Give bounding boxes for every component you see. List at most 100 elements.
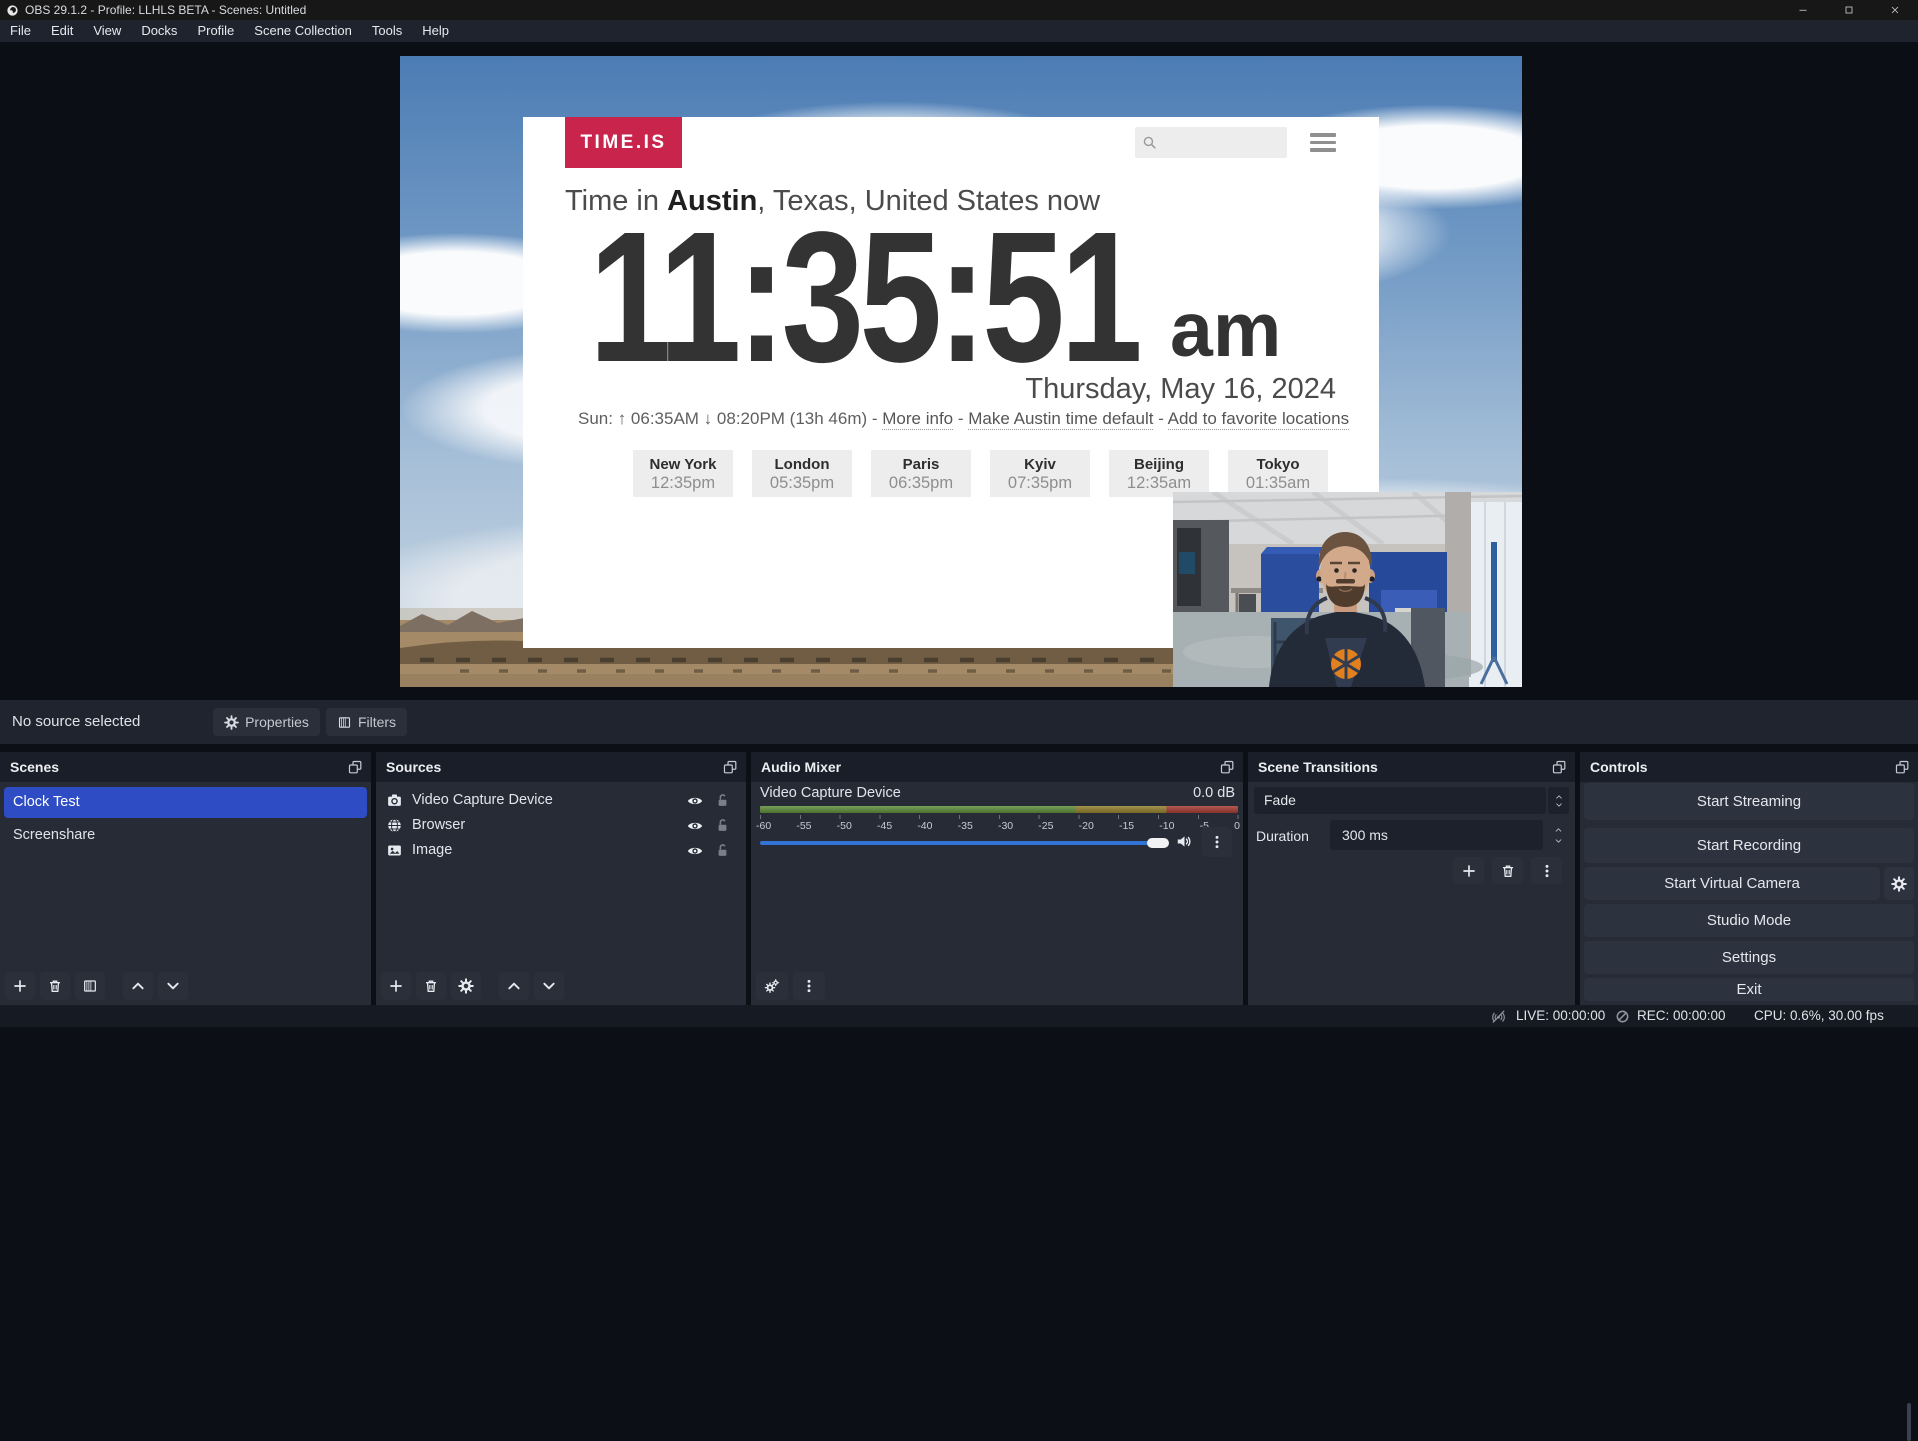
virtual-camera-settings-button[interactable] [1884,867,1914,900]
filter-icon [337,715,352,730]
trash-icon [47,978,63,994]
remove-transition-button[interactable] [1492,857,1523,884]
add-scene-button[interactable] [5,972,35,1000]
add-source-button[interactable] [381,972,411,1000]
move-scene-down-button[interactable] [158,972,188,1000]
mixer-toolbar [756,972,825,1000]
move-source-down-button[interactable] [534,972,564,1000]
start-recording-button[interactable]: Start Recording [1584,828,1914,863]
scenes-title: Scenes [10,752,59,782]
chevron-up-icon [1554,793,1564,801]
transition-select-chevrons[interactable] [1548,787,1569,814]
webcam-overlay [1173,492,1522,687]
popout-icon[interactable] [1215,755,1239,779]
obs-window: OBS 29.1.2 - Profile: LLHLS BETA - Scene… [0,0,1918,1027]
scene-item-screenshare[interactable]: Screenshare [4,822,367,849]
filters-button[interactable]: Filters [326,708,407,736]
rec-timer: REC: 00:00:00 [1637,1005,1726,1027]
window-title: OBS 29.1.2 - Profile: LLHLS BETA - Scene… [25,3,306,17]
menu-view[interactable]: View [83,20,131,42]
add-transition-button[interactable] [1453,857,1484,884]
maximize-button[interactable] [1826,0,1872,20]
duration-label: Duration [1256,824,1309,848]
chevron-down-icon [1554,801,1564,809]
menu-scene-collection[interactable]: Scene Collection [244,20,362,42]
transition-select[interactable]: Fade [1254,787,1546,814]
source-row-video-capture[interactable]: Video Capture Device [376,788,746,813]
gears-icon [764,978,780,994]
chevron-down-icon [541,978,557,994]
timeis-search-box [1135,127,1287,158]
live-disabled-icon [1490,1008,1507,1025]
visibility-eye-icon[interactable] [686,792,704,810]
visibility-eye-icon[interactable] [686,842,704,860]
duration-input[interactable]: 300 ms [1330,820,1543,850]
popout-icon[interactable] [1890,755,1914,779]
transition-properties-button[interactable] [1531,857,1562,884]
scenes-dock-header: Scenes [0,752,371,782]
start-streaming-button[interactable]: Start Streaming [1584,783,1914,820]
remove-scene-button[interactable] [40,972,70,1000]
transitions-dock-header: Scene Transitions [1248,752,1575,782]
chevron-down-icon [165,978,181,994]
search-icon [1141,134,1158,151]
lock-icon[interactable] [714,842,731,859]
visibility-eye-icon[interactable] [686,817,704,835]
exit-button[interactable]: Exit [1584,978,1914,1001]
settings-button[interactable]: Settings [1584,941,1914,974]
transitions-title: Scene Transitions [1258,752,1378,782]
make-default-link: Make Austin time default [968,409,1153,430]
plus-icon [12,978,28,994]
popout-icon[interactable] [343,755,367,779]
menu-file[interactable]: File [0,20,41,42]
menu-profile[interactable]: Profile [187,20,244,42]
dots-vertical-icon [801,978,817,994]
move-scene-up-button[interactable] [123,972,153,1000]
studio-mode-button[interactable]: Studio Mode [1584,904,1914,937]
lock-icon[interactable] [714,817,731,834]
dots-vertical-icon [1539,863,1555,879]
popout-icon[interactable] [718,755,742,779]
menu-docks[interactable]: Docks [131,20,187,42]
trash-icon [423,978,439,994]
close-button[interactable] [1872,0,1918,20]
source-row-image[interactable]: Image [376,838,746,863]
controls-dock: Controls Start Streaming Start Recording… [1580,752,1918,1005]
volume-slider-handle[interactable] [1147,838,1169,848]
remove-source-button[interactable] [416,972,446,1000]
meter-scale: -60-55-50-45-40-35-30-25-20-15-10-50 [756,820,1240,832]
volume-slider-track[interactable] [760,841,1150,845]
advanced-audio-button[interactable] [756,972,788,1000]
mixer-channel-menu-button[interactable] [1202,827,1232,857]
timeis-logo: TIME.IS [565,117,682,168]
properties-button[interactable]: Properties [213,708,320,736]
scene-filters-button[interactable] [75,972,105,1000]
toolbar-resize-handle[interactable] [1907,1403,1911,1441]
duration-spinner-chevrons[interactable] [1548,820,1568,850]
preview-canvas[interactable]: TIME.IS Time in Austin, Texas, United St… [0,42,1918,700]
city-tile-paris: Paris06:35pm [871,450,971,497]
camera-icon [386,792,403,809]
minimize-button[interactable] [1780,0,1826,20]
source-row-browser[interactable]: Browser [376,813,746,838]
sources-dock: Sources Video Capture Device Browser Ima… [376,752,746,1005]
no-source-status: No source selected [12,700,140,744]
start-virtual-camera-button[interactable]: Start Virtual Camera [1584,867,1880,900]
controls-dock-header: Controls [1580,752,1918,782]
mixer-menu-button[interactable] [793,972,825,1000]
minimize-icon [1797,4,1809,16]
gear-icon [224,715,239,730]
speaker-icon[interactable] [1175,832,1194,851]
lock-icon[interactable] [714,792,731,809]
menu-tools[interactable]: Tools [362,20,412,42]
city-tile-beijing: Beijing12:35am [1109,450,1209,497]
scenes-dock: Scenes Clock Test Screenshare [0,752,371,1005]
source-properties-button[interactable] [451,972,481,1000]
scene-item-clock-test[interactable]: Clock Test [4,787,367,818]
popout-icon[interactable] [1547,755,1571,779]
clock-display: 11:35:51 [589,205,1138,391]
move-source-up-button[interactable] [499,972,529,1000]
menu-help[interactable]: Help [412,20,459,42]
scene-video[interactable]: TIME.IS Time in Austin, Texas, United St… [400,56,1522,687]
menu-edit[interactable]: Edit [41,20,83,42]
